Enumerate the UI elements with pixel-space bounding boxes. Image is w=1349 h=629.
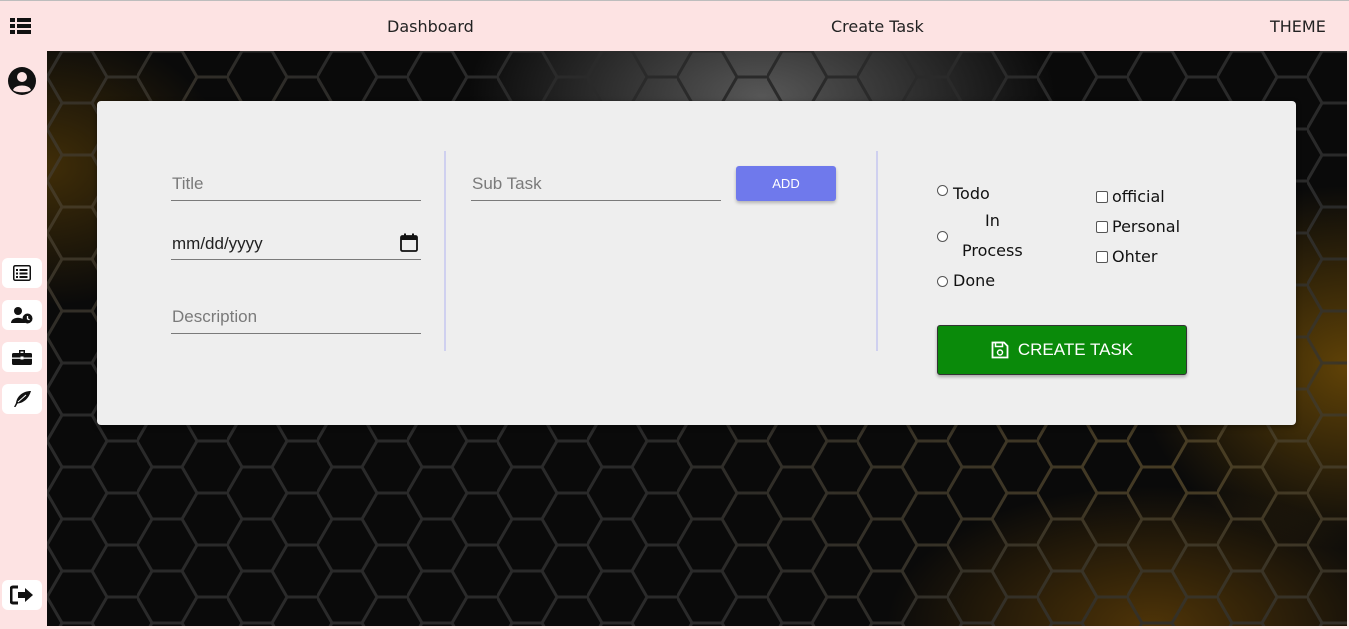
user-circle-icon[interactable]: [7, 66, 37, 96]
status-done-label: Done: [953, 271, 996, 290]
sign-out-icon: [10, 585, 33, 605]
date-input[interactable]: mm/dd/yyyy: [172, 234, 263, 254]
nav-create-task-link[interactable]: Create Task: [831, 17, 924, 36]
column-divider: [876, 151, 878, 351]
sidebar-work-button[interactable]: [2, 342, 42, 372]
create-task-form: mm/dd/yyyy ADD Todo In Process Done offi…: [97, 101, 1296, 425]
status-done-radio[interactable]: [937, 276, 948, 287]
title-field[interactable]: [171, 169, 423, 201]
subtask-field[interactable]: [471, 169, 723, 201]
status-in-label: In: [985, 211, 1000, 230]
description-input[interactable]: [171, 302, 423, 332]
status-in-process-radio[interactable]: [937, 231, 948, 242]
sidebar-users-button[interactable]: [2, 300, 42, 330]
category-personal-checkbox[interactable]: [1096, 221, 1108, 233]
category-personal-label: Personal: [1112, 217, 1181, 236]
create-task-button[interactable]: CREATE TASK: [937, 325, 1187, 375]
description-field[interactable]: [171, 302, 423, 334]
calendar-icon[interactable]: [400, 233, 418, 252]
sidebar-tasks-button[interactable]: [2, 258, 42, 288]
category-official-label: official: [1112, 187, 1165, 206]
column-divider: [444, 151, 446, 351]
sidebar-notes-button[interactable]: [2, 384, 42, 414]
date-field[interactable]: mm/dd/yyyy: [171, 228, 421, 260]
feather-icon: [14, 391, 31, 407]
top-navbar: Dashboard Create Task THEME: [0, 0, 1349, 51]
sidebar: [0, 51, 47, 629]
category-other-label: Ohter: [1112, 247, 1158, 266]
category-official-checkbox[interactable]: [1096, 191, 1108, 203]
list-icon: [13, 265, 31, 281]
save-icon: [991, 341, 1009, 359]
title-input[interactable]: [171, 169, 423, 199]
status-todo-label: Todo: [953, 184, 990, 203]
status-todo-radio[interactable]: [937, 185, 948, 196]
logout-button[interactable]: [2, 580, 42, 610]
subtask-input[interactable]: [471, 169, 723, 199]
nav-theme-link[interactable]: THEME: [1270, 17, 1326, 36]
create-task-label: CREATE TASK: [1017, 340, 1134, 359]
status-process-label: Process: [962, 241, 1023, 260]
briefcase-icon: [12, 349, 32, 365]
category-other-checkbox[interactable]: [1096, 251, 1108, 263]
user-clock-icon: [11, 307, 33, 324]
nav-dashboard-link[interactable]: Dashboard: [387, 17, 474, 36]
menu-icon[interactable]: [10, 16, 32, 36]
add-subtask-button[interactable]: ADD: [736, 166, 836, 201]
